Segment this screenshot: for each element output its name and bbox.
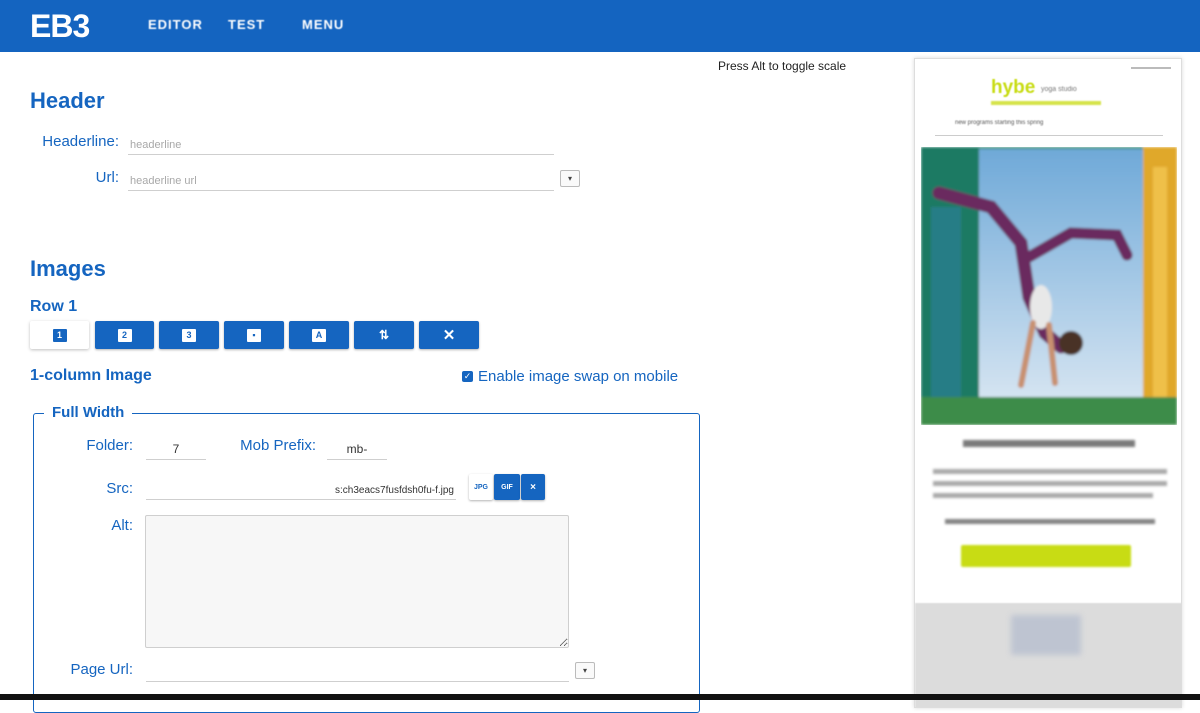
close-icon: ✕ (442, 326, 456, 344)
two-column-icon: 2 (117, 328, 132, 342)
mob-prefix-label: Mob Prefix: (240, 437, 316, 454)
preview-body-line (933, 469, 1167, 474)
nav-item-menu[interactable]: MENU (302, 17, 344, 32)
preview-brand-logo: hybe (991, 77, 1036, 98)
preview-body-line (945, 519, 1155, 524)
preview-hero-image (921, 147, 1177, 425)
page-url-dropdown-button[interactable]: ▾ (575, 662, 595, 679)
headerline-input[interactable] (128, 136, 554, 155)
preview-brand-underline (991, 101, 1101, 105)
text-block-button[interactable]: A (289, 321, 349, 349)
preview-body-line (933, 493, 1153, 498)
layout-2-column-button[interactable]: 2 (95, 321, 154, 349)
preview-divider (935, 135, 1163, 136)
preview-footer-social (1011, 615, 1081, 655)
preview-brand-sub: yoga studio (1041, 86, 1077, 93)
image-swap-label: Enable image swap on mobile (478, 368, 679, 385)
preview-tagline: new programs starting this spring (955, 120, 1044, 126)
full-width-legend: Full Width (44, 404, 133, 421)
url-dropdown-button[interactable]: ▾ (560, 170, 580, 187)
nav-item-test[interactable]: TEST (228, 17, 265, 32)
image-icon: ▪ (247, 328, 261, 342)
src-input[interactable] (146, 481, 456, 500)
three-column-icon: 3 (182, 328, 196, 342)
folder-input[interactable] (146, 439, 206, 460)
preview-body-line (933, 481, 1167, 486)
images-section-title: Images (30, 256, 106, 281)
mob-prefix-input[interactable] (327, 439, 387, 460)
bottom-edge (0, 694, 1200, 700)
delete-row-button[interactable]: ✕ (419, 321, 479, 349)
row-title: Row 1 (30, 298, 78, 315)
app-logo[interactable]: EB3 (30, 8, 90, 45)
preview-cta-button[interactable] (961, 545, 1131, 567)
one-column-icon: 1 (52, 328, 67, 342)
page-url-input[interactable] (146, 663, 569, 682)
layout-title: 1-column Image (30, 367, 152, 384)
gif-format-button[interactable]: GIF (494, 474, 520, 500)
page-url-label: Page Url: (70, 661, 133, 678)
header-section-title: Header (30, 88, 105, 113)
scale-toggle-hint: Press Alt to toggle scale (718, 59, 847, 73)
image-block-button[interactable]: ▪ (224, 321, 284, 349)
layout-3-column-button[interactable]: 3 (159, 321, 219, 349)
folder-label: Folder: (86, 437, 133, 454)
headerline-label: Headerline: (42, 133, 119, 150)
email-preview-panel[interactable]: hybe yoga studio new programs starting t… (914, 58, 1182, 708)
preview-headline (963, 440, 1135, 447)
text-icon: A (312, 328, 326, 342)
layout-1-column-button[interactable]: 1 (30, 321, 89, 349)
url-label: Url: (95, 169, 119, 186)
sort-arrows-icon: ⇅ (378, 328, 390, 342)
nav-item-editor[interactable]: EDITOR (148, 17, 203, 32)
headerline-url-input[interactable] (128, 172, 554, 191)
checkbox-checked-icon[interactable]: ✓ (462, 371, 473, 382)
src-label: Src: (106, 480, 133, 497)
clear-src-button[interactable]: × (521, 474, 545, 500)
image-swap-toggle[interactable]: ✓ Enable image swap on mobile (462, 368, 678, 385)
reorder-row-button[interactable]: ⇅ (354, 321, 414, 349)
alt-textarea[interactable] (145, 515, 569, 648)
alt-label: Alt: (111, 517, 133, 534)
top-navbar: EB3 EDITOR TEST MENU (0, 0, 1200, 52)
preview-top-link (1131, 67, 1171, 69)
jpg-format-button[interactable]: JPG (469, 474, 493, 500)
